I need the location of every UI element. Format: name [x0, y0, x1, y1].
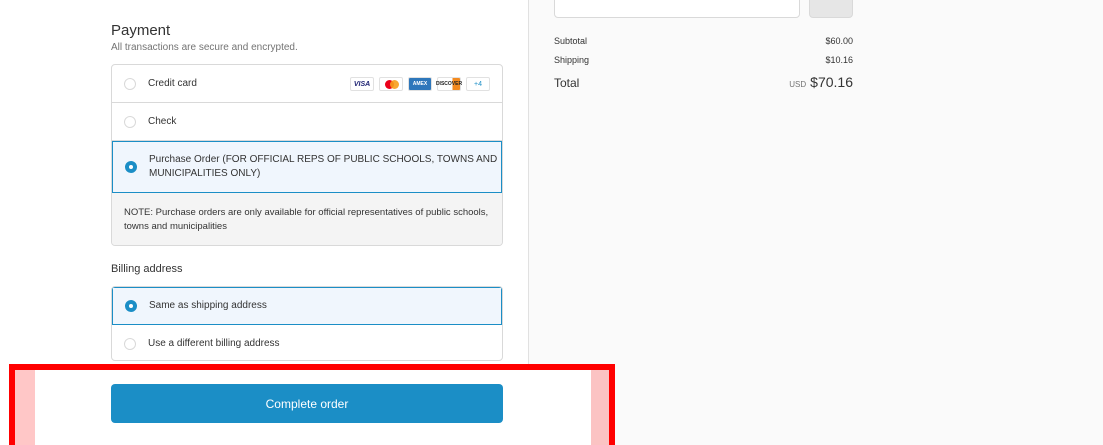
shipping-row: Shipping $10.16 — [554, 55, 853, 65]
subtotal-row: Subtotal $60.00 — [554, 36, 853, 46]
radio-same-address[interactable] — [125, 300, 137, 312]
billing-options: Same as shipping address Use a different… — [111, 286, 503, 361]
total-value-group: USD $70.16 — [789, 74, 853, 90]
billing-option-same[interactable]: Same as shipping address — [112, 287, 502, 325]
complete-order-button[interactable]: Complete order — [111, 384, 503, 423]
payment-option-check[interactable]: Check — [112, 103, 502, 141]
amex-icon: AMEX — [408, 77, 432, 91]
purchase-order-note-text: NOTE: Purchase orders are only available… — [124, 207, 489, 232]
subtotal-value: $60.00 — [825, 36, 853, 46]
total-label: Total — [554, 76, 580, 90]
payment-option-label: Credit card — [148, 77, 197, 89]
payment-title: Payment — [111, 22, 171, 39]
radio-credit-card[interactable] — [124, 77, 136, 90]
radio-check[interactable] — [124, 115, 136, 128]
billing-title: Billing address — [111, 263, 183, 275]
visa-icon: VISA — [350, 77, 374, 91]
shipping-label: Shipping — [554, 55, 590, 65]
payment-option-label: Check — [148, 115, 177, 127]
currency-code: USD — [789, 80, 807, 89]
card-brands: VISA AMEX DISCOVER +4 — [350, 77, 490, 91]
discount-code-input[interactable] — [554, 0, 800, 18]
billing-option-label: Same as shipping address — [149, 300, 267, 311]
payment-subtitle: All transactions are secure and encrypte… — [111, 42, 298, 53]
radio-purchase-order[interactable] — [125, 161, 137, 173]
billing-option-different[interactable]: Use a different billing address — [112, 325, 502, 360]
subtotal-label: Subtotal — [554, 36, 588, 46]
apply-discount-button[interactable] — [809, 0, 853, 18]
shipping-value: $10.16 — [825, 55, 853, 65]
radio-different-address[interactable] — [124, 337, 136, 350]
billing-option-label: Use a different billing address — [148, 337, 280, 349]
payment-option-label: Purchase Order (FOR OFFICIAL REPS OF PUB… — [149, 154, 498, 179]
payment-methods: Credit card VISA AMEX DISCOVER +4 Check … — [111, 64, 503, 246]
purchase-order-note: NOTE: Purchase orders are only available… — [112, 193, 502, 245]
total-row: Total USD $70.16 — [554, 74, 853, 90]
payment-option-purchase-order[interactable]: Purchase Order (FOR OFFICIAL REPS OF PUB… — [112, 141, 502, 193]
payment-option-credit-card[interactable]: Credit card VISA AMEX DISCOVER +4 — [112, 65, 502, 103]
total-value: $70.16 — [810, 74, 853, 90]
mastercard-icon — [379, 77, 403, 91]
discover-icon: DISCOVER — [436, 77, 462, 91]
more-cards-badge: +4 — [466, 77, 490, 91]
